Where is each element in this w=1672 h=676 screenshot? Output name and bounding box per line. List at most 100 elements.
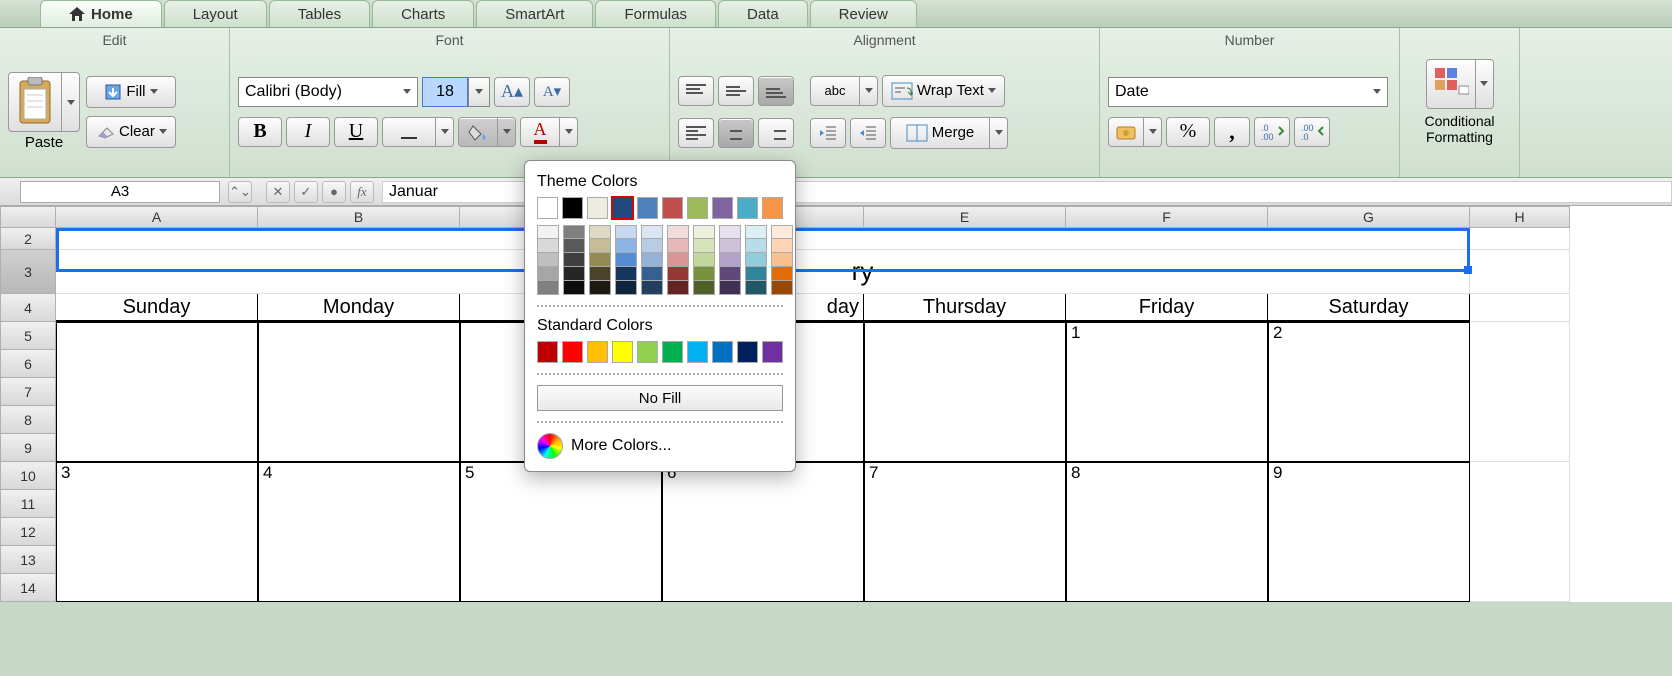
color-swatch[interactable]	[537, 267, 559, 281]
day-header[interactable]: Thursday	[864, 294, 1066, 322]
row-header[interactable]: 6	[0, 350, 56, 378]
increase-indent-button[interactable]	[850, 118, 886, 148]
shrink-font-button[interactable]: A▾	[534, 77, 570, 107]
increase-decimal-button[interactable]: .0.00	[1254, 117, 1290, 147]
conditional-formatting-button[interactable]	[1426, 59, 1476, 109]
color-swatch[interactable]	[589, 253, 611, 267]
conditional-formatting-dropdown[interactable]	[1476, 59, 1494, 109]
color-swatch[interactable]	[612, 341, 633, 363]
orientation-dropdown[interactable]	[860, 76, 878, 106]
select-all-corner[interactable]	[0, 206, 56, 228]
color-swatch[interactable]	[587, 341, 608, 363]
color-swatch[interactable]	[641, 225, 663, 239]
color-swatch[interactable]	[537, 225, 559, 239]
color-swatch[interactable]	[615, 281, 637, 295]
color-swatch[interactable]	[615, 225, 637, 239]
color-swatch[interactable]	[637, 197, 658, 219]
calendar-cell[interactable]: 7	[864, 462, 1066, 602]
day-header[interactable]: Sunday	[56, 294, 258, 322]
column-header[interactable]: A	[56, 206, 258, 228]
tab-smartart[interactable]: SmartArt	[476, 0, 593, 27]
color-swatch[interactable]	[771, 225, 793, 239]
column-header[interactable]: E	[864, 206, 1066, 228]
color-swatch[interactable]	[537, 253, 559, 267]
cell[interactable]	[1470, 294, 1570, 322]
calendar-cell[interactable]: 6	[662, 462, 864, 602]
align-top-button[interactable]	[678, 76, 714, 106]
color-swatch[interactable]	[745, 267, 767, 281]
no-fill-button[interactable]: No Fill	[537, 385, 783, 411]
color-swatch[interactable]	[719, 267, 741, 281]
comma-button[interactable]: ,	[1214, 117, 1250, 147]
day-header[interactable]: Friday	[1066, 294, 1268, 322]
calendar-cell[interactable]: 4	[258, 462, 460, 602]
color-swatch[interactable]	[662, 197, 683, 219]
row-header[interactable]: 7	[0, 378, 56, 406]
color-swatch[interactable]	[762, 341, 783, 363]
color-swatch[interactable]	[667, 239, 689, 253]
font-size-dropdown[interactable]	[468, 77, 490, 107]
calendar-cell[interactable]	[258, 322, 460, 462]
name-box[interactable]: A3	[20, 181, 220, 203]
color-swatch[interactable]	[641, 267, 663, 281]
color-swatch[interactable]	[762, 197, 783, 219]
accept-formula-button[interactable]: ✓	[294, 181, 318, 203]
color-swatch[interactable]	[737, 341, 758, 363]
merge-dropdown[interactable]	[990, 117, 1008, 149]
color-swatch[interactable]	[693, 267, 715, 281]
row-header[interactable]: 3	[0, 250, 56, 294]
color-swatch[interactable]	[641, 239, 663, 253]
day-header[interactable]: Monday	[258, 294, 460, 322]
color-swatch[interactable]	[667, 267, 689, 281]
row-header[interactable]: 2	[0, 228, 56, 250]
column-header[interactable]: B	[258, 206, 460, 228]
tab-formulas[interactable]: Formulas	[595, 0, 716, 27]
column-header[interactable]: F	[1066, 206, 1268, 228]
tab-home[interactable]: Home	[40, 0, 162, 27]
row-header[interactable]: 12	[0, 518, 56, 546]
cell[interactable]	[1470, 462, 1570, 602]
orientation-button[interactable]: abc	[810, 76, 860, 106]
color-swatch[interactable]	[745, 225, 767, 239]
calendar-cell[interactable]	[864, 322, 1066, 462]
calendar-cell[interactable]: 5	[460, 462, 662, 602]
color-swatch[interactable]	[589, 239, 611, 253]
color-swatch[interactable]	[737, 197, 758, 219]
color-swatch[interactable]	[745, 253, 767, 267]
color-swatch[interactable]	[719, 281, 741, 295]
color-swatch[interactable]	[615, 239, 637, 253]
color-swatch[interactable]	[712, 341, 733, 363]
color-swatch[interactable]	[537, 341, 558, 363]
color-swatch[interactable]	[615, 267, 637, 281]
color-swatch[interactable]	[667, 253, 689, 267]
color-swatch[interactable]	[745, 281, 767, 295]
color-swatch[interactable]	[687, 197, 708, 219]
color-swatch[interactable]	[615, 253, 637, 267]
clear-button[interactable]: Clear	[86, 116, 176, 148]
tab-layout[interactable]: Layout	[164, 0, 267, 27]
font-color-dropdown[interactable]	[560, 117, 578, 147]
color-swatch[interactable]	[667, 225, 689, 239]
row-header[interactable]: 4	[0, 294, 56, 322]
fill-color-button[interactable]	[458, 117, 498, 147]
color-swatch[interactable]	[641, 281, 663, 295]
row-header[interactable]: 10	[0, 462, 56, 490]
align-right-button[interactable]	[758, 118, 794, 148]
paste-button[interactable]	[8, 72, 62, 132]
color-swatch[interactable]	[587, 197, 608, 219]
color-swatch[interactable]	[637, 341, 658, 363]
name-box-stepper[interactable]: ⌃⌄	[228, 181, 252, 203]
row-header[interactable]: 9	[0, 434, 56, 462]
color-swatch[interactable]	[667, 281, 689, 295]
cell[interactable]	[1470, 322, 1570, 462]
align-bottom-button[interactable]	[758, 76, 794, 106]
currency-button[interactable]	[1108, 117, 1144, 147]
column-header[interactable]: G	[1268, 206, 1470, 228]
color-swatch[interactable]	[745, 239, 767, 253]
color-swatch[interactable]	[771, 281, 793, 295]
decrease-decimal-button[interactable]: .00.0	[1294, 117, 1330, 147]
color-swatch[interactable]	[562, 197, 583, 219]
align-left-button[interactable]	[678, 118, 714, 148]
calendar-cell[interactable]: 9	[1268, 462, 1470, 602]
formula-builder-button[interactable]: ●	[322, 181, 346, 203]
